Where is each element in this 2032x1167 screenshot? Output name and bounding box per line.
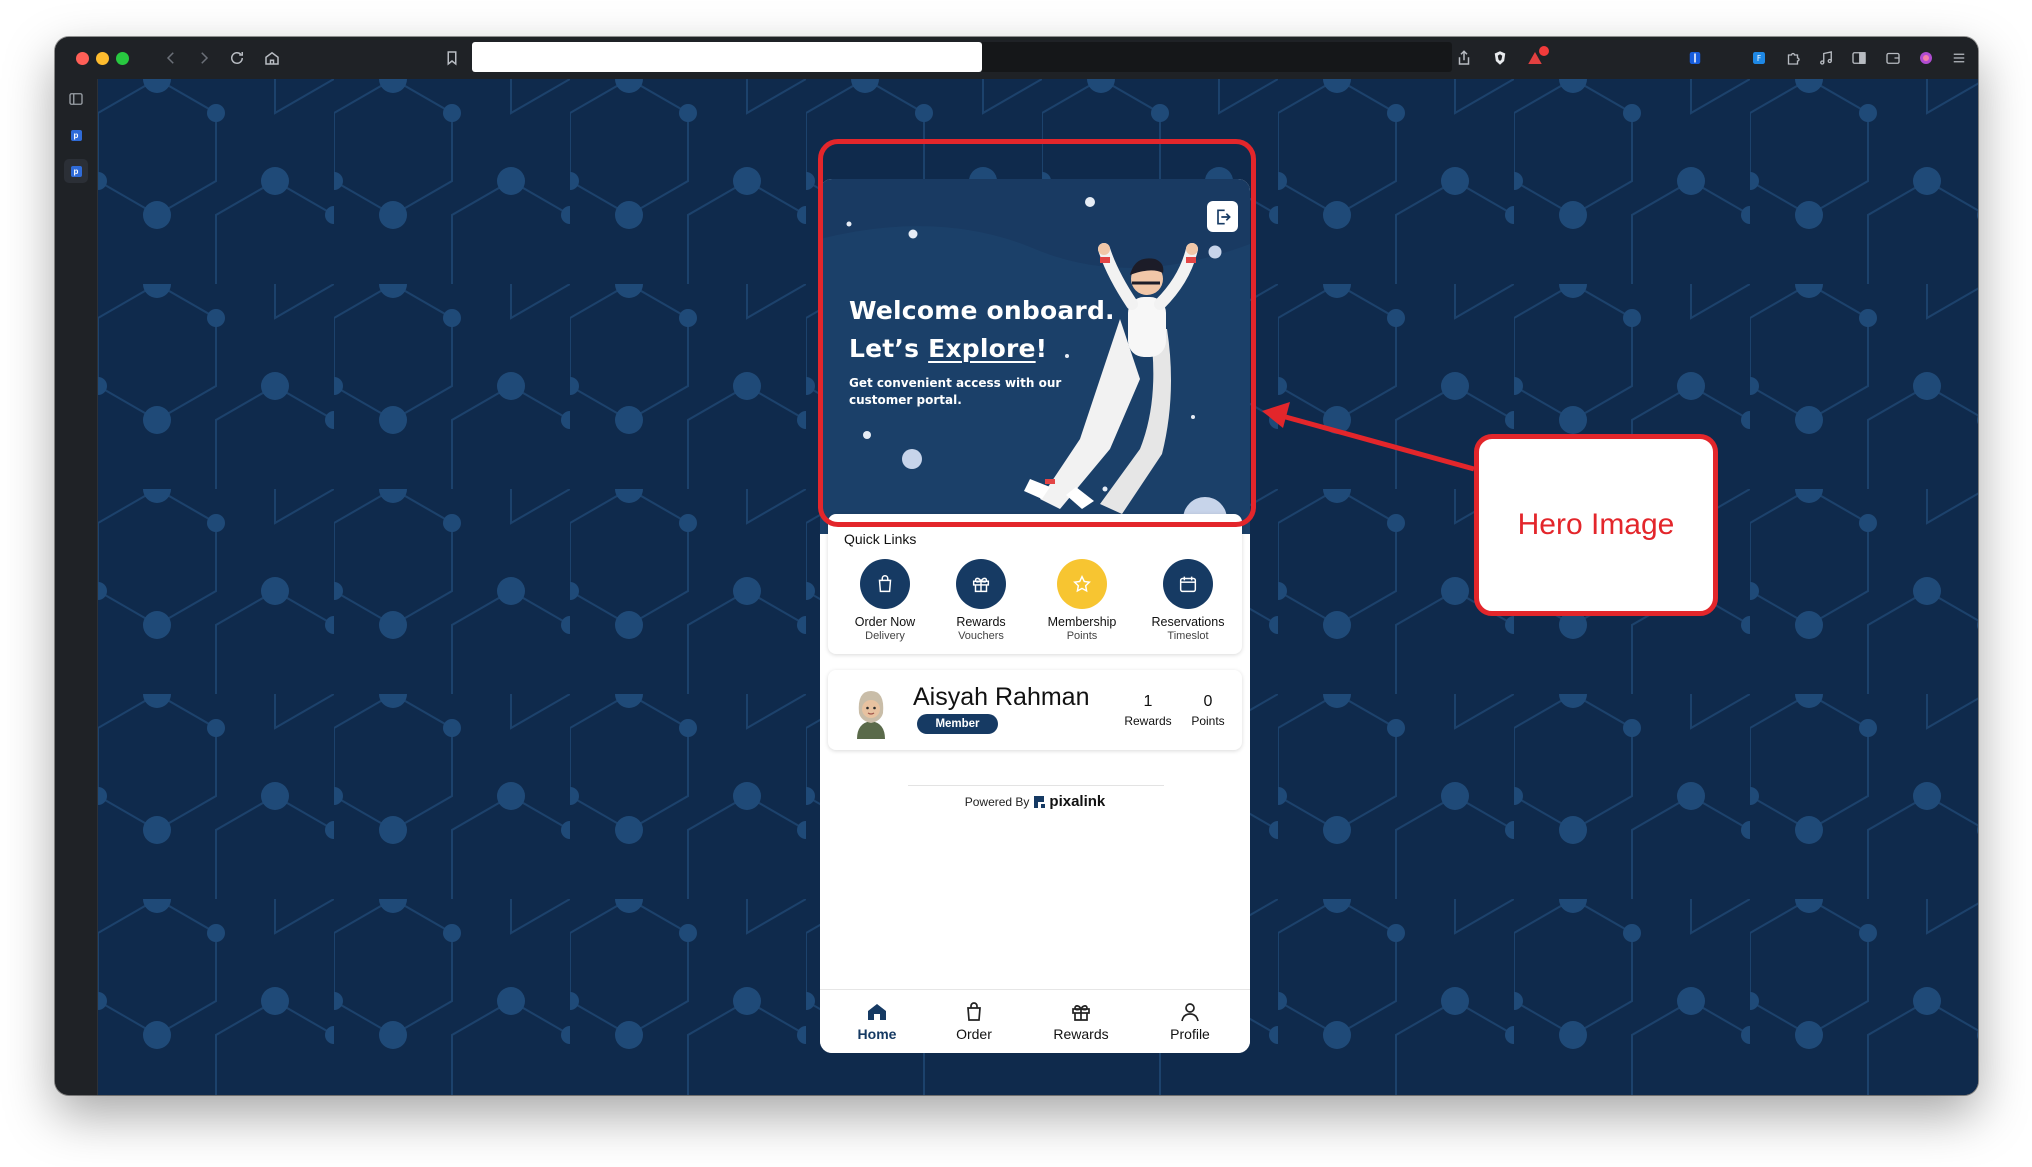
nav-rewards[interactable]: Rewards [1036,1000,1126,1042]
music-icon[interactable] [1814,46,1838,70]
brave-shield-icon[interactable] [1488,46,1512,70]
home-icon[interactable] [260,46,284,70]
rewards-label: Rewards [1124,714,1172,728]
divider [908,785,1164,786]
member-card[interactable]: Aisyah Rahman Member 1 Rewards 0 Points [828,670,1242,750]
pixalink-icon [1034,795,1046,808]
quick-link-rewards[interactable]: Rewards Vouchers [931,559,1031,643]
sidebar-tab-active-icon[interactable]: p [64,159,88,183]
sidebar-icon[interactable] [1847,46,1871,70]
points-count: 0 [1203,693,1213,710]
quick-link-sub: Vouchers [958,630,1004,642]
avatar [857,691,885,739]
quick-link-label: Rewards [956,615,1006,629]
hero-highlight-box [818,139,1256,527]
back-icon[interactable] [159,46,183,70]
browser-toolbar: F [55,37,1978,79]
quick-link-order-now[interactable]: Order Now Delivery [835,559,935,643]
rewards-stat[interactable]: 1 Rewards [1122,692,1174,730]
browser-sidebar: p p + [55,79,98,1095]
rewards-count: 1 [1143,693,1153,710]
reload-icon[interactable] [225,46,249,70]
maximize-window-button[interactable] [116,52,129,65]
bag-icon [967,1002,981,1021]
powered-by-text: Powered By [964,794,1030,809]
nav-order[interactable]: Order [929,1000,1019,1042]
nav-home[interactable]: Home [832,1000,922,1042]
share-icon[interactable] [1452,46,1476,70]
nav-label: Rewards [1053,1026,1109,1042]
gift-icon [1072,1005,1090,1021]
sidebar-toggle-icon[interactable] [64,87,88,111]
svg-text:F: F [1757,54,1761,63]
quick-link-label: Order Now [854,615,916,629]
star-icon [1057,559,1107,609]
member-tier-badge: Member [917,714,998,734]
notification-badge [1539,46,1549,56]
quick-link-membership[interactable]: Membership Points [1032,559,1132,643]
quick-links-card: Quick Links Order Now Delivery Rewards V… [828,514,1242,654]
quick-link-label: Membership [1047,615,1117,629]
puzzle-icon[interactable] [1781,46,1805,70]
calendar-icon [1163,559,1213,609]
extension-icon[interactable]: F [1747,46,1771,70]
gift-icon [956,559,1006,609]
powered-by: Powered By pixalink [820,793,1250,810]
address-bar-extension [982,42,1452,72]
bookmark-icon[interactable] [440,46,464,70]
quick-link-sub: Delivery [865,630,905,642]
user-icon [1181,1003,1199,1022]
close-window-button[interactable] [76,52,89,65]
minimize-window-button[interactable] [96,52,109,65]
pixalink-logo[interactable]: pixalink [1033,793,1105,810]
menu-icon[interactable] [1947,46,1971,70]
member-name: Aisyah Rahman [913,683,1090,711]
wallet-icon[interactable] [1881,46,1905,70]
quick-link-label: Reservations [1151,615,1225,629]
nav-label: Profile [1170,1026,1210,1042]
bottom-nav: Home Order Rewards Profile [820,989,1250,1053]
bitwarden-icon[interactable] [1683,46,1707,70]
bag-icon [860,559,910,609]
sidebar-tab-icon[interactable]: p [64,123,88,147]
pixalink-brand-text: pixalink [1049,793,1106,810]
address-bar[interactable] [472,42,982,72]
quick-link-sub: Timeslot [1167,630,1209,642]
nav-label: Order [956,1026,992,1042]
points-stat[interactable]: 0 Points [1186,692,1230,730]
quick-link-reservations[interactable]: Reservations Timeslot [1138,559,1238,643]
nav-label: Home [857,1026,897,1042]
points-label: Points [1191,714,1225,728]
quick-links-title: Quick Links [844,531,917,547]
nav-profile[interactable]: Profile [1145,1000,1235,1042]
callout-label: Hero Image [1517,508,1675,541]
profile-icon[interactable] [1914,46,1938,70]
quick-link-sub: Points [1066,630,1098,642]
forward-icon[interactable] [192,46,216,70]
home-icon [868,1004,886,1020]
hero-image-callout: Hero Image [1474,434,1718,616]
